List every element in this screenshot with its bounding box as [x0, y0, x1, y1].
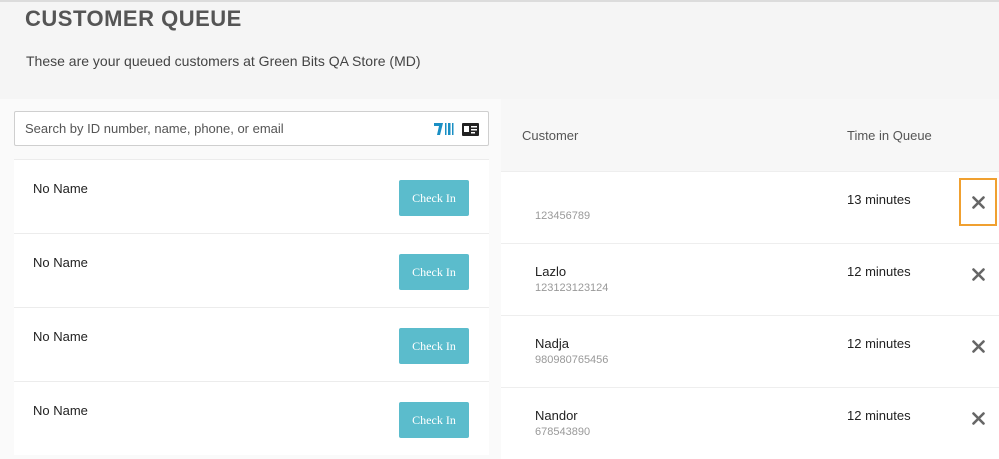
table-row: Lazlo 123123123124 12 minutes	[501, 244, 999, 316]
checkin-panel: No Name Check In No Name Check In No Nam…	[0, 99, 501, 459]
list-item: No Name Check In	[14, 381, 489, 455]
customer-name: Lazlo	[535, 264, 567, 279]
remove-button[interactable]	[959, 178, 997, 226]
page-subtitle: These are your queued customers at Green…	[26, 53, 421, 69]
queue-table-header: Customer Time in Queue	[501, 99, 999, 172]
check-in-button[interactable]: Check In	[399, 402, 469, 438]
close-icon	[971, 339, 985, 353]
customer-id: 678543890	[535, 426, 591, 438]
column-header-customer: Customer	[522, 128, 579, 143]
queue-panel: Customer Time in Queue 123456789 13 minu…	[501, 99, 999, 459]
list-item: No Name Check In	[14, 307, 489, 381]
remove-button[interactable]	[959, 250, 997, 298]
pending-customer-list: No Name Check In No Name Check In No Nam…	[14, 159, 489, 455]
check-in-button[interactable]: Check In	[399, 180, 469, 216]
customer-name: No Name	[33, 255, 88, 270]
time-in-queue: 12 minutes	[847, 408, 911, 423]
search-input[interactable]	[25, 112, 425, 145]
id-card-icon[interactable]	[462, 123, 479, 136]
customer-id: 123456789	[535, 210, 591, 222]
close-icon	[971, 411, 985, 425]
time-in-queue: 12 minutes	[847, 264, 911, 279]
check-in-button[interactable]: Check In	[399, 328, 469, 364]
customer-name: No Name	[33, 403, 88, 418]
close-icon	[971, 195, 985, 209]
check-in-button[interactable]: Check In	[399, 254, 469, 290]
list-item: No Name Check In	[14, 159, 489, 233]
column-header-time: Time in Queue	[847, 128, 932, 143]
barcode-scan-icon[interactable]	[434, 122, 454, 136]
table-row: Nadja 980980765456 12 minutes	[501, 316, 999, 388]
time-in-queue: 12 minutes	[847, 336, 911, 351]
remove-button[interactable]	[959, 322, 997, 370]
list-item: No Name Check In	[14, 233, 489, 307]
table-row: Nandor 678543890 12 minutes	[501, 388, 999, 459]
customer-id: 980980765456	[535, 354, 609, 366]
customer-id: 123123123124	[535, 282, 609, 294]
remove-button[interactable]	[959, 394, 997, 442]
page-title: CUSTOMER QUEUE	[25, 6, 242, 31]
customer-name: No Name	[33, 329, 88, 344]
close-icon	[971, 267, 985, 281]
table-row: 123456789 13 minutes	[501, 172, 999, 244]
top-border	[0, 0, 999, 2]
customer-name: Nadja	[535, 336, 569, 351]
search-box	[14, 111, 489, 146]
customer-name: Nandor	[535, 408, 578, 423]
time-in-queue: 13 minutes	[847, 192, 911, 207]
customer-name: No Name	[33, 181, 88, 196]
